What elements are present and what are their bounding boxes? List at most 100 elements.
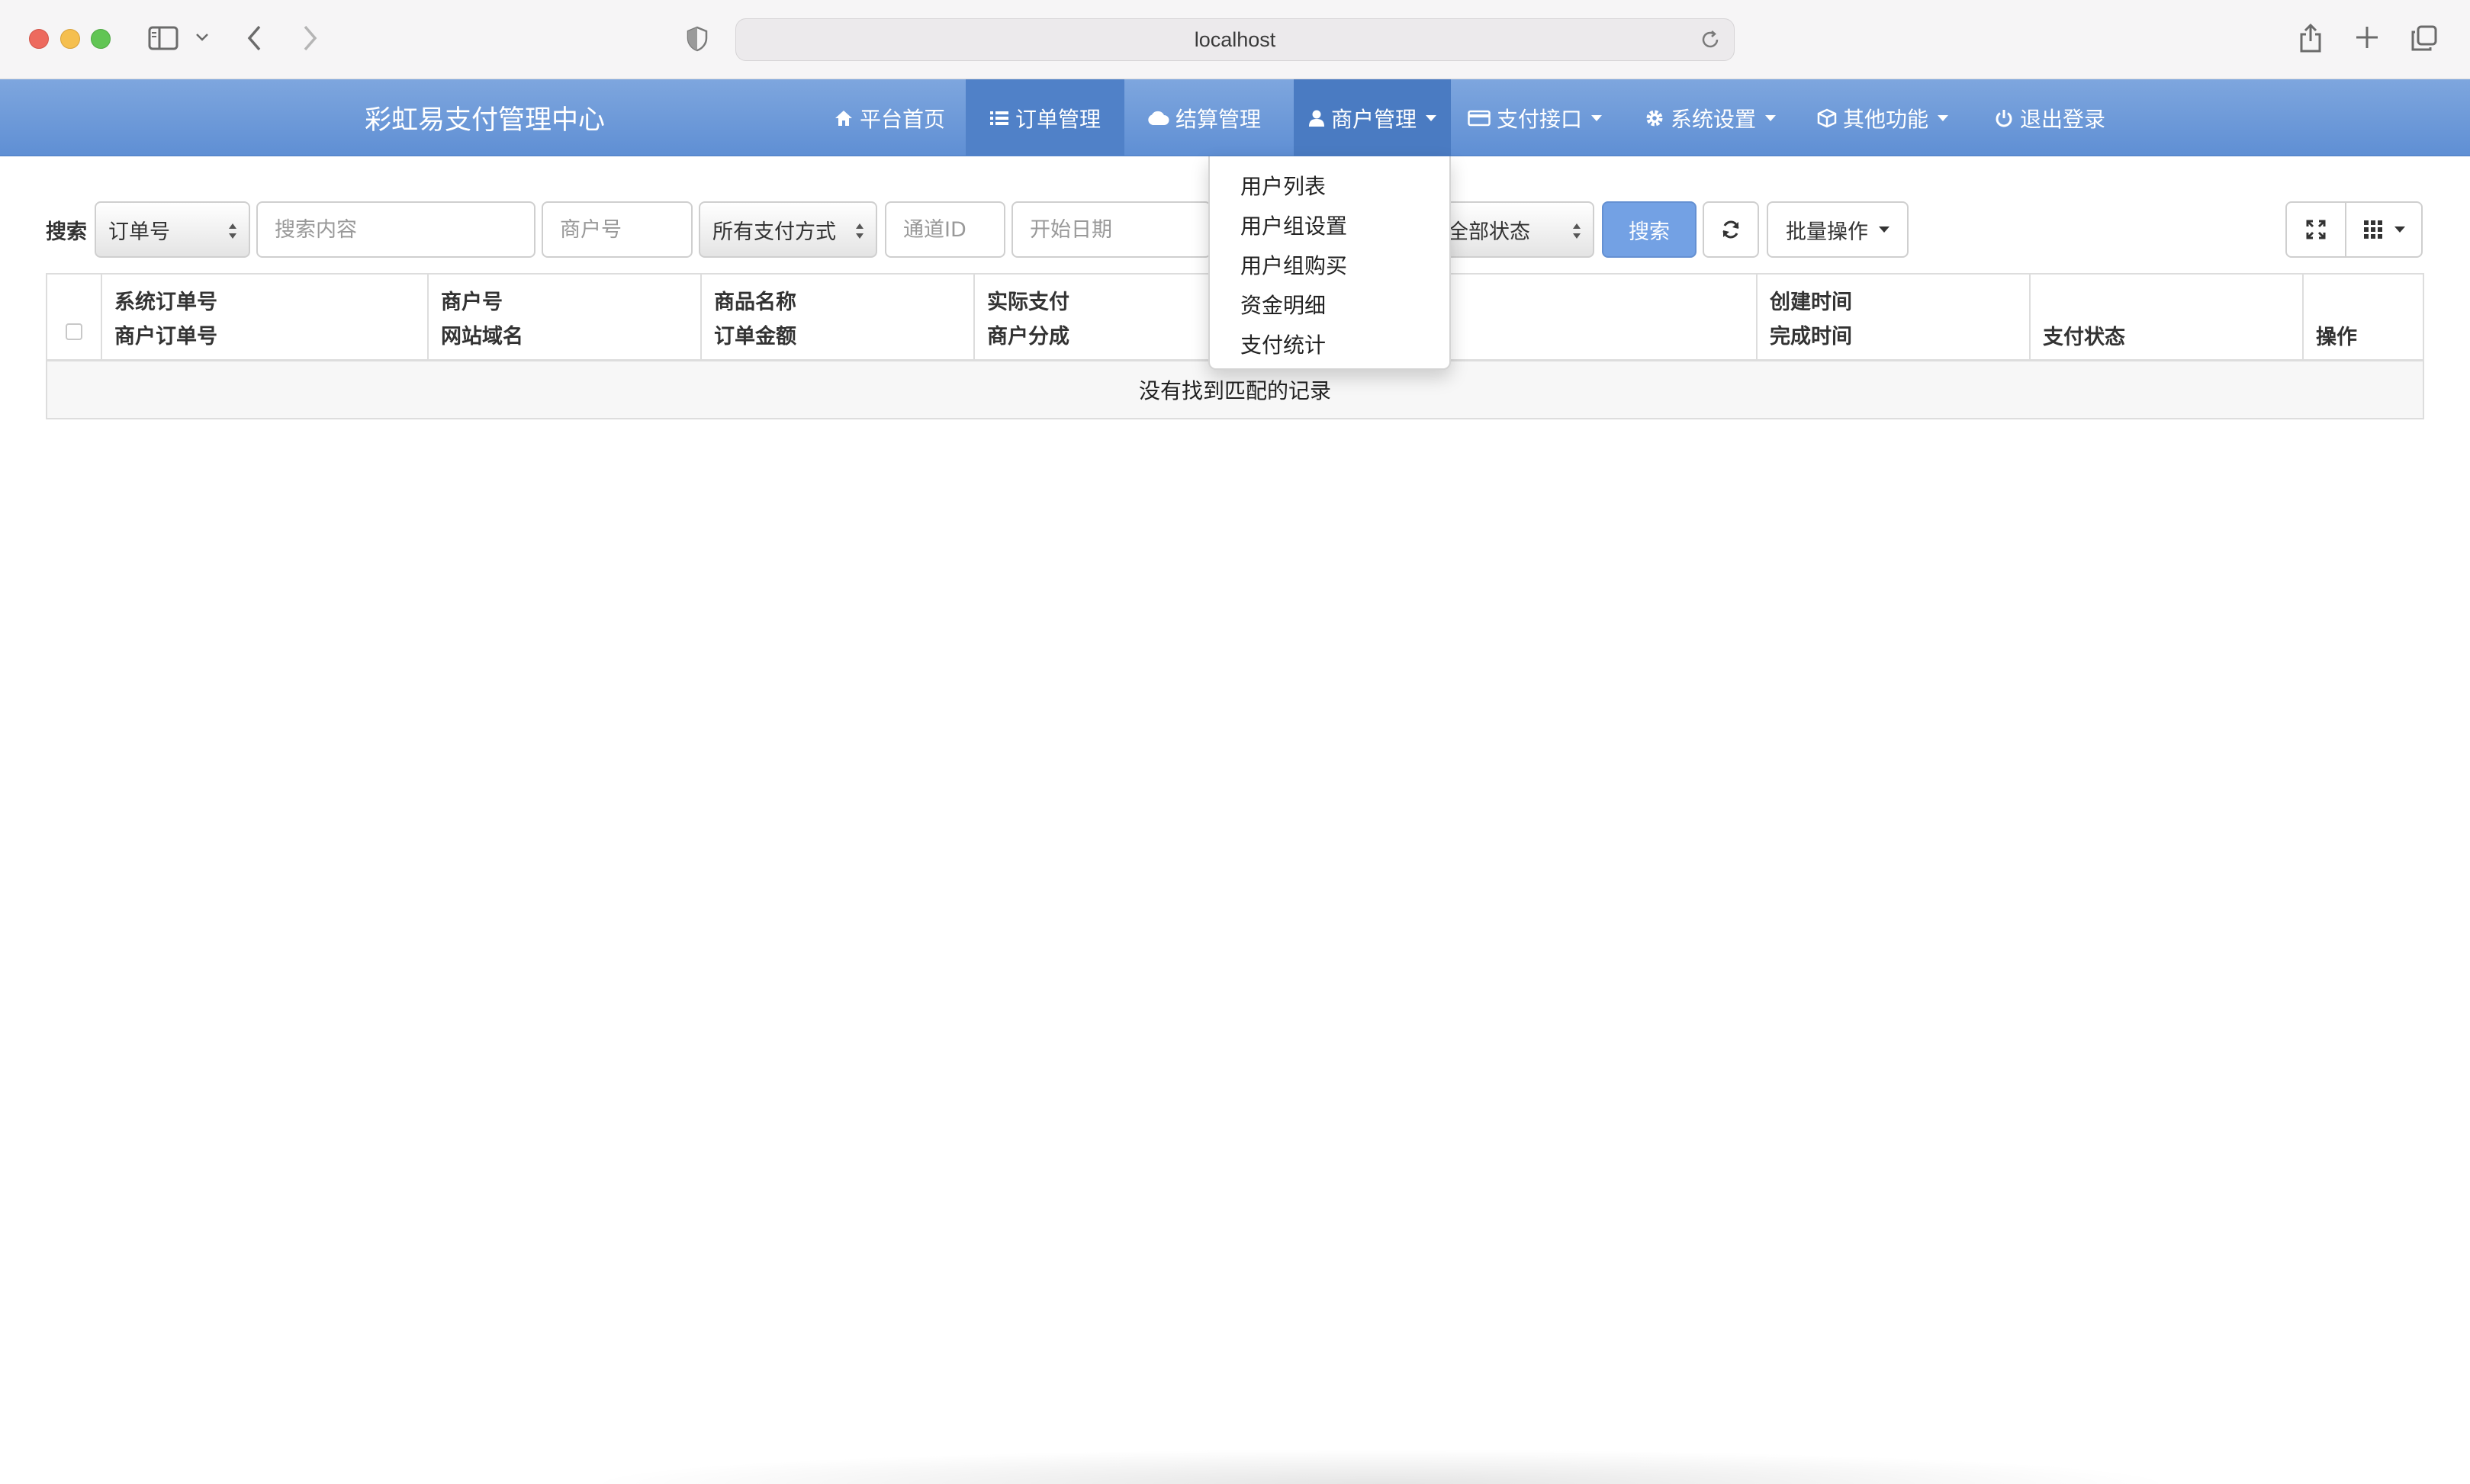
search-type-value: 订单号 [108, 220, 170, 244]
nav-merchant[interactable]: 商户管理 [1294, 79, 1451, 156]
columns-toggle-button[interactable] [2345, 201, 2423, 258]
column-header-line2: 操作 [2316, 326, 2357, 349]
nav-label: 退出登录 [2019, 106, 2105, 132]
nav-logout[interactable]: 退出登录 [1989, 79, 2110, 156]
share-icon[interactable] [2298, 21, 2324, 53]
chevron-down-icon[interactable] [195, 32, 209, 43]
home-icon [835, 110, 852, 126]
select-arrows-icon [227, 221, 238, 246]
menu-item-user-group-purchase[interactable]: 用户组购买 [1210, 245, 1449, 284]
url-text: localhost [1194, 27, 1276, 51]
column-header-line1: 商户号 [441, 290, 503, 314]
column-header-actions[interactable]: 操作 [2304, 275, 2423, 359]
search-content-input[interactable] [256, 201, 535, 258]
column-header-status[interactable]: 支付状态 [2031, 275, 2304, 359]
chevron-down-icon [2394, 226, 2405, 233]
nav-payment-api[interactable]: 支付接口 [1465, 79, 1605, 156]
user-icon [1308, 110, 1324, 127]
nav-other-features[interactable]: 其他功能 [1812, 79, 1953, 156]
merchant-dropdown-menu: 用户列表 用户组设置 用户组购买 资金明细 支付统计 [1208, 156, 1451, 370]
column-header-line2: 网站域名 [441, 324, 523, 349]
column-header-line2: 完成时间 [1770, 324, 1852, 349]
nav-label: 系统设置 [1670, 106, 1756, 132]
header-select-all [47, 275, 102, 359]
chevron-down-icon [1591, 114, 1602, 121]
nav-label: 平台首页 [859, 106, 945, 132]
main-navbar: 彩虹易支付管理中心 平台首页 订单管理 结算管理 商户管理 支付接口 系统设置 [0, 79, 2470, 156]
search-content-field[interactable] [275, 217, 534, 242]
power-icon [1996, 109, 2012, 127]
address-bar[interactable]: localhost [735, 18, 1735, 61]
nav-settlement[interactable]: 结算管理 [1135, 79, 1272, 156]
start-date-field[interactable] [1030, 217, 1210, 242]
column-header-merchant[interactable]: 商户号 网站域名 [429, 275, 702, 359]
select-arrows-icon [854, 221, 865, 246]
column-header-line2: 商户订单号 [114, 324, 217, 349]
brand-title[interactable]: 彩虹易支付管理中心 [365, 79, 605, 156]
cloud-icon [1148, 111, 1169, 125]
merchant-id-input[interactable] [542, 201, 693, 258]
search-type-select[interactable]: 订单号 [95, 201, 250, 258]
channel-id-input[interactable] [885, 201, 1005, 258]
sidebar-toggle-icon[interactable] [148, 26, 178, 50]
batch-actions-label: 批量操作 [1786, 220, 1868, 244]
nav-label: 结算管理 [1175, 106, 1261, 132]
fullscreen-icon [2306, 220, 2326, 239]
refresh-button[interactable] [1703, 201, 1759, 258]
start-date-input[interactable] [1011, 201, 1211, 258]
menu-item-user-group-settings[interactable]: 用户组设置 [1210, 205, 1449, 245]
browser-toolbar: localhost [0, 0, 2470, 79]
nav-system-settings[interactable]: 系统设置 [1640, 79, 1780, 156]
menu-item-user-list[interactable]: 用户列表 [1210, 165, 1449, 205]
reload-icon[interactable] [1699, 28, 1722, 56]
column-header-line1: 创建时间 [1770, 290, 1852, 314]
tab-overview-icon[interactable] [2411, 24, 2438, 52]
nav-orders[interactable]: 订单管理 [966, 79, 1124, 156]
pay-type-value: 所有支付方式 [712, 220, 836, 244]
column-header-line2: 支付状态 [2043, 326, 2125, 349]
forward-icon[interactable] [301, 24, 319, 52]
status-select[interactable]: 全部状态 [1434, 201, 1594, 258]
channel-id-field[interactable] [903, 217, 1004, 242]
search-button[interactable]: 搜索 [1602, 201, 1697, 258]
grid-icon [2364, 220, 2382, 239]
merchant-id-field[interactable] [560, 217, 691, 242]
chevron-down-icon [1765, 114, 1776, 121]
status-value: 全部状态 [1448, 220, 1530, 244]
new-tab-icon[interactable] [2354, 24, 2380, 50]
privacy-shield-icon[interactable] [687, 26, 708, 52]
column-header-line1: 实际支付 [987, 290, 1069, 314]
column-header-time[interactable]: 创建时间 完成时间 [1758, 275, 2031, 359]
column-header-order-no[interactable]: 系统订单号 商户订单号 [102, 275, 429, 359]
cube-icon [1817, 108, 1837, 127]
menu-item-fund-details[interactable]: 资金明细 [1210, 284, 1449, 324]
column-header-line1: 商品名称 [714, 290, 796, 314]
column-header-line2: 商户分成 [987, 324, 1069, 349]
window-bottom-shadow [580, 1449, 2182, 1484]
zoom-window-button[interactable] [91, 29, 111, 49]
close-window-button[interactable] [29, 29, 49, 49]
fullscreen-button[interactable] [2285, 201, 2346, 258]
search-button-label: 搜索 [1629, 220, 1670, 244]
credit-card-icon [1468, 110, 1491, 126]
pay-type-select[interactable]: 所有支付方式 [699, 201, 877, 258]
nav-home[interactable]: 平台首页 [822, 79, 957, 156]
chevron-down-icon [1879, 226, 1889, 233]
nav-label: 订单管理 [1015, 106, 1101, 132]
menu-item-payment-stats[interactable]: 支付统计 [1210, 324, 1449, 364]
app-window: localhost 彩虹易支付管理中心 平台首页 订单管理 结算管理 商户管理 … [0, 0, 2470, 1484]
minimize-window-button[interactable] [60, 29, 80, 49]
nav-label: 其他功能 [1842, 106, 1928, 132]
list-icon [989, 111, 1008, 125]
column-header-line2: 订单金额 [714, 324, 796, 349]
column-header-actual-pay[interactable]: 实际支付 商户分成 [975, 275, 1248, 359]
chevron-down-icon [1426, 114, 1436, 121]
batch-actions-button[interactable]: 批量操作 [1767, 201, 1909, 258]
chevron-down-icon [1938, 114, 1948, 121]
nav-label: 商户管理 [1330, 106, 1417, 132]
select-arrows-icon [1571, 221, 1582, 246]
select-all-checkbox[interactable] [66, 323, 82, 340]
back-icon[interactable] [246, 24, 264, 52]
empty-table-message: 没有找到匹配的记录 [47, 361, 2423, 418]
column-header-product[interactable]: 商品名称 订单金额 [702, 275, 975, 359]
